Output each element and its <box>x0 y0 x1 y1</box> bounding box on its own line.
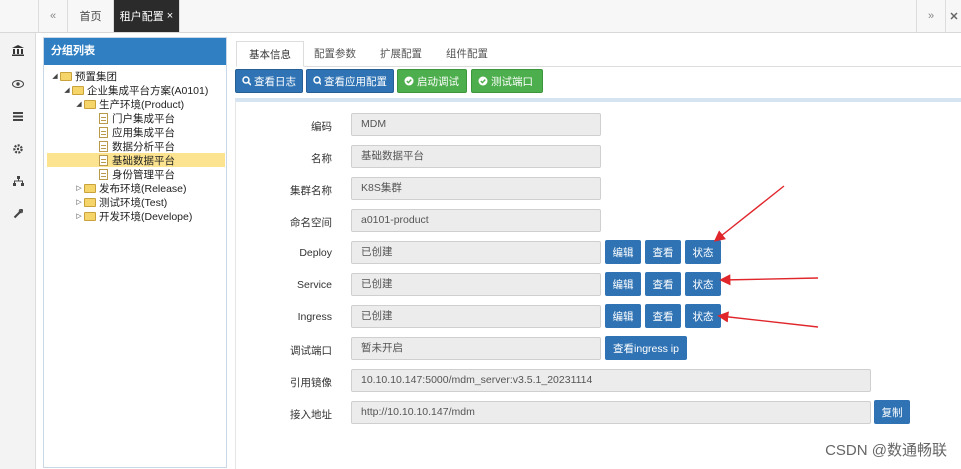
tree-node-product-env[interactable]: ◢ 生产环境(Product) <box>74 97 184 111</box>
expanded-caret-icon[interactable]: ◢ <box>74 100 84 108</box>
left-icon-rail <box>0 0 36 469</box>
service-view-button[interactable]: 查看 <box>645 272 681 296</box>
start-debug-button[interactable]: 启动调试 <box>397 69 467 93</box>
code-field[interactable]: MDM <box>351 113 601 136</box>
file-icon <box>99 168 108 180</box>
tab-component-config[interactable]: 组件配置 <box>434 41 500 67</box>
deploy-edit-button[interactable]: 编辑 <box>605 240 641 264</box>
deploy-view-button[interactable]: 查看 <box>645 240 681 264</box>
basic-info-form: 编码 MDM 名称 基础数据平台 集群名称 K8S集群 命名空间 a0101-p… <box>235 98 961 469</box>
tab-config-params[interactable]: 配置参数 <box>302 41 368 67</box>
collapsed-caret-icon[interactable]: ▷ <box>74 198 84 206</box>
tree-node-test-env[interactable]: ▷ 测试环境(Test) <box>74 195 167 209</box>
ingress-view-button[interactable]: 查看 <box>645 304 681 328</box>
file-icon <box>99 140 108 152</box>
double-chevron-left-icon: « <box>49 10 57 22</box>
folder-icon <box>84 211 96 221</box>
file-icon <box>99 112 108 124</box>
folder-icon <box>84 197 96 207</box>
eye-icon[interactable] <box>0 74 36 94</box>
close-tabs-button[interactable] <box>946 0 961 32</box>
scroll-tabs-right-button[interactable]: » <box>916 0 946 32</box>
file-icon <box>99 126 108 138</box>
service-edit-button[interactable]: 编辑 <box>605 272 641 296</box>
tree-node-portal[interactable]: 门户集成平台 <box>99 111 175 125</box>
cluster-label: 集群名称 <box>290 185 332 197</box>
search-icon <box>313 76 321 86</box>
service-status-button[interactable]: 状态 <box>685 272 721 296</box>
expanded-caret-icon[interactable]: ◢ <box>50 72 60 80</box>
ingress-label: Ingress <box>297 311 332 323</box>
search-icon <box>242 76 251 86</box>
close-tab-icon[interactable]: × <box>167 10 173 22</box>
view-ingress-ip-button[interactable]: 查看ingress ip <box>605 336 687 360</box>
image-field[interactable]: 10.10.10.147:5000/mdm_server:v3.5.1_2023… <box>351 369 871 392</box>
tree-node-group[interactable]: ◢ 预置集团 <box>50 69 117 83</box>
deploy-status-button[interactable]: 状态 <box>685 240 721 264</box>
double-chevron-right-icon: » <box>927 10 935 22</box>
file-icon <box>99 154 108 166</box>
close-icon <box>949 12 958 20</box>
tree-node-develop-env[interactable]: ▷ 开发环境(Develope) <box>74 209 192 223</box>
group-list-panel: 分组列表 ◢ 预置集团 ◢ 企业集成平台方案(A0101) ◢ 生产环境(Produc… <box>43 37 227 468</box>
tree-node-identity[interactable]: 身份管理平台 <box>99 167 175 181</box>
tree-node-data-analysis[interactable]: 数据分析平台 <box>99 139 175 153</box>
name-label: 名称 <box>311 153 332 165</box>
sitemap-icon[interactable] <box>0 171 36 191</box>
folder-icon <box>84 183 96 193</box>
deploy-status-field[interactable]: 已创建 <box>351 241 601 264</box>
collapsed-caret-icon[interactable]: ▷ <box>74 212 84 220</box>
tree-node-master-data[interactable]: 基础数据平台 <box>47 153 225 167</box>
view-log-button[interactable]: 查看日志 <box>235 69 303 93</box>
folder-icon <box>84 99 96 109</box>
main-panel: 基本信息 配置参数 扩展配置 组件配置 查看日志 查看应用配置 启动调试 测试端… <box>231 33 961 469</box>
gear-icon[interactable] <box>0 139 36 159</box>
tree-node-solution[interactable]: ◢ 企业集成平台方案(A0101) <box>62 83 208 97</box>
check-circle-icon <box>478 76 488 86</box>
folder-icon <box>60 71 72 81</box>
scroll-tabs-left-button[interactable]: « <box>38 0 68 32</box>
debug-port-field[interactable]: 暂未开启 <box>351 337 601 360</box>
deploy-label: Deploy <box>299 247 332 259</box>
expanded-caret-icon[interactable]: ◢ <box>62 86 72 94</box>
top-tab-bar: « 首页 租户配置 × » <box>0 0 961 33</box>
namespace-field[interactable]: a0101-product <box>351 209 601 232</box>
tab-home[interactable]: 首页 <box>68 0 114 32</box>
access-url-field[interactable]: http://10.10.10.147/mdm <box>351 401 871 424</box>
group-list-title: 分组列表 <box>44 38 226 65</box>
check-circle-icon <box>404 76 414 86</box>
tree-node-release-env[interactable]: ▷ 发布环境(Release) <box>74 181 186 195</box>
test-port-button[interactable]: 测试端口 <box>471 69 543 93</box>
wrench-icon[interactable] <box>0 204 36 224</box>
ingress-status-field[interactable]: 已创建 <box>351 305 601 328</box>
folder-icon <box>72 85 84 95</box>
access-url-label: 接入地址 <box>290 409 332 421</box>
copy-button[interactable]: 复制 <box>874 400 910 424</box>
ingress-edit-button[interactable]: 编辑 <box>605 304 641 328</box>
list-icon[interactable] <box>0 106 36 126</box>
bank-icon[interactable] <box>0 40 36 60</box>
namespace-label: 命名空间 <box>290 217 332 229</box>
tab-extended-config[interactable]: 扩展配置 <box>368 41 434 67</box>
tree-node-app-integration[interactable]: 应用集成平台 <box>99 125 175 139</box>
code-label: 编码 <box>311 121 332 133</box>
cluster-field[interactable]: K8S集群 <box>351 177 601 200</box>
detail-tabs: 基本信息 配置参数 扩展配置 组件配置 <box>236 37 961 67</box>
service-label: Service <box>296 279 332 291</box>
name-field[interactable]: 基础数据平台 <box>351 145 601 168</box>
tab-basic-info[interactable]: 基本信息 <box>236 41 304 67</box>
collapsed-caret-icon[interactable]: ▷ <box>74 184 84 192</box>
image-label: 引用镜像 <box>290 377 332 389</box>
debug-port-label: 调试端口 <box>290 345 332 357</box>
ingress-status-button[interactable]: 状态 <box>685 304 721 328</box>
service-status-field[interactable]: 已创建 <box>351 273 601 296</box>
tab-tenant-config[interactable]: 租户配置 × <box>114 0 180 32</box>
view-app-config-button[interactable]: 查看应用配置 <box>306 69 394 93</box>
watermark: CSDN @数通畅联 <box>825 442 947 459</box>
